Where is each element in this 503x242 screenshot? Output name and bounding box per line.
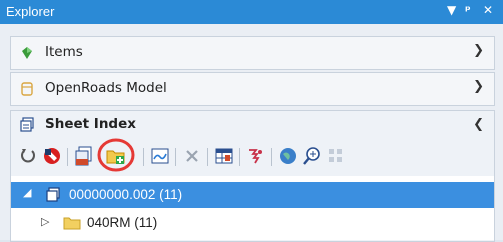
close-icon[interactable]: ✕ <box>483 3 493 17</box>
dropdown-arrow-icon[interactable]: ▼ <box>447 3 456 17</box>
panel-label-items: Items <box>45 44 83 60</box>
table-icon[interactable] <box>213 145 235 167</box>
toolbar-separator <box>175 148 176 166</box>
add-folder-icon[interactable] <box>105 145 127 167</box>
panel-label-sheet-index: Sheet Index <box>45 116 136 132</box>
explorer-window: Explorer ▼ ᵖ ✕ Items ❯ OpenRoads Model ❯… <box>0 0 503 242</box>
model-icon <box>21 82 33 96</box>
pin-icon[interactable]: ᵖ <box>465 3 471 17</box>
window-title: Explorer <box>6 4 55 19</box>
sheet-wave-icon[interactable] <box>149 145 171 167</box>
no-entry-icon[interactable] <box>41 145 63 167</box>
grid-icon[interactable] <box>325 145 347 167</box>
chevron-down-icon[interactable]: ❯ <box>473 79 484 94</box>
zoom-icon[interactable] <box>301 145 323 167</box>
toolbar-separator <box>67 148 68 166</box>
chevron-down-icon[interactable]: ❯ <box>473 43 484 58</box>
folder-icon <box>63 217 81 230</box>
tree-item-root[interactable]: ◢ 00000000.002 (11) <box>11 182 494 208</box>
globe-icon[interactable] <box>277 145 299 167</box>
explorer-titlebar: Explorer ▼ ᵖ ✕ <box>0 0 503 24</box>
chevron-up-icon[interactable]: ❮ <box>473 117 484 132</box>
openroads-model-panel-header[interactable]: OpenRoads Model ❯ <box>10 72 495 106</box>
filter-icon[interactable] <box>245 145 267 167</box>
tree-item-label: 040RM (11) <box>87 215 158 230</box>
sheet-index-icon <box>20 117 34 132</box>
toolbar-separator <box>271 148 272 166</box>
copy-sheets-icon[interactable] <box>73 145 95 167</box>
delete-icon[interactable] <box>181 145 203 167</box>
items-panel-header[interactable]: Items ❯ <box>10 36 495 70</box>
sheet-index-tree: ◢ 00000000.002 (11) ▷ 040RM (11) <box>10 176 495 240</box>
toolbar-separator <box>207 148 208 166</box>
sheet-index-toolbar <box>11 138 494 172</box>
refresh-icon[interactable] <box>17 145 39 167</box>
collapse-arrow-icon[interactable]: ◢ <box>23 186 31 199</box>
sheet-index-icon <box>46 187 60 202</box>
items-icon <box>22 47 32 59</box>
expand-arrow-icon[interactable]: ▷ <box>41 215 49 228</box>
toolbar-separator <box>239 148 240 166</box>
tree-item-folder[interactable]: ▷ 040RM (11) <box>11 210 494 236</box>
toolbar-separator <box>143 148 144 166</box>
tree-item-label: 00000000.002 (11) <box>69 187 183 202</box>
panel-label-openroads-model: OpenRoads Model <box>45 80 167 96</box>
